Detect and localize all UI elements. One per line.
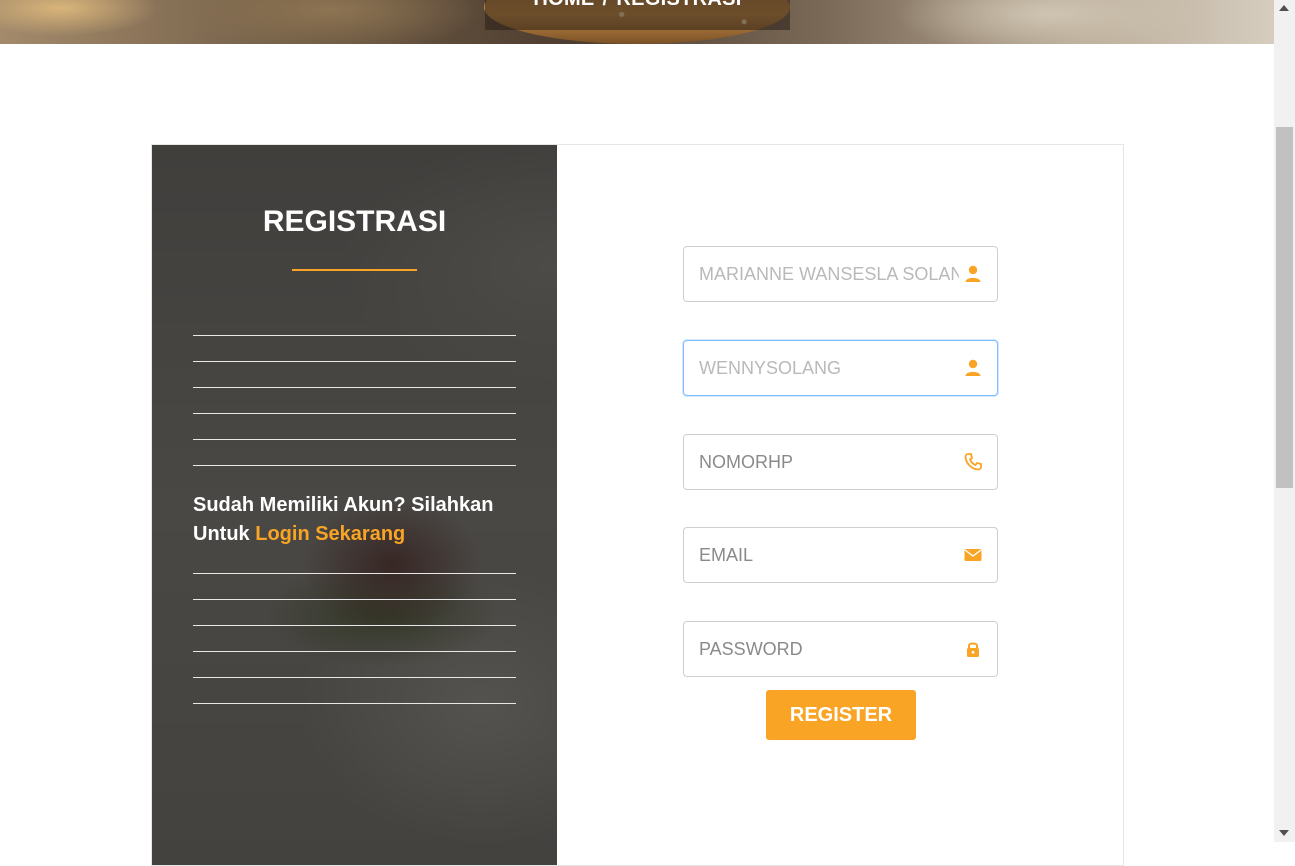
login-prompt: Sudah Memiliki Akun? Silahkan Untuk Logi…: [193, 491, 516, 549]
breadcrumb-separator: /: [603, 0, 609, 10]
decorative-line: [193, 625, 516, 626]
decorative-line: [193, 677, 516, 678]
scroll-up-arrow-icon[interactable]: [1279, 5, 1289, 11]
email-input[interactable]: [684, 528, 959, 582]
decorative-line: [193, 439, 516, 440]
title-underline: [292, 269, 417, 271]
phone-input[interactable]: [684, 435, 959, 489]
breadcrumb: HOME / REGISTRASI: [485, 0, 790, 11]
decorative-line: [193, 413, 516, 414]
username-field: [683, 340, 998, 396]
registration-side-panel: REGISTRASI Sudah Memiliki Akun? Silahkan…: [152, 145, 557, 865]
panel-title: REGISTRASI: [262, 205, 447, 238]
decorative-line: [193, 573, 516, 574]
scroll-down-arrow-icon[interactable]: [1279, 830, 1289, 836]
register-button[interactable]: REGISTER: [766, 690, 916, 740]
email-field: [683, 527, 998, 583]
page-header-banner: HOME / REGISTRASI: [0, 0, 1274, 44]
lock-icon: [967, 642, 979, 657]
decorative-line: [193, 651, 516, 652]
decorative-line: [193, 335, 516, 336]
decorative-line: [193, 599, 516, 600]
user-icon: [965, 359, 981, 376]
fullname-input[interactable]: [684, 247, 959, 301]
password-field: [683, 621, 998, 677]
scrollbar-thumb[interactable]: [1276, 127, 1293, 488]
user-icon: [965, 265, 981, 282]
phone-icon: [964, 453, 982, 471]
registration-card: REGISTRASI Sudah Memiliki Akun? Silahkan…: [151, 144, 1124, 866]
decorative-line: [193, 465, 516, 466]
phone-field: [683, 434, 998, 490]
login-link[interactable]: Login Sekarang: [255, 523, 405, 545]
envelope-icon: [964, 549, 982, 561]
password-input[interactable]: [684, 622, 959, 676]
vertical-scrollbar[interactable]: [1274, 0, 1295, 842]
breadcrumb-home[interactable]: HOME: [533, 0, 594, 10]
decorative-line: [193, 703, 516, 704]
breadcrumb-current: REGISTRASI: [616, 0, 741, 10]
decorative-line: [193, 361, 516, 362]
username-input[interactable]: [684, 341, 959, 395]
fullname-field: [683, 246, 998, 302]
decorative-line: [193, 387, 516, 388]
